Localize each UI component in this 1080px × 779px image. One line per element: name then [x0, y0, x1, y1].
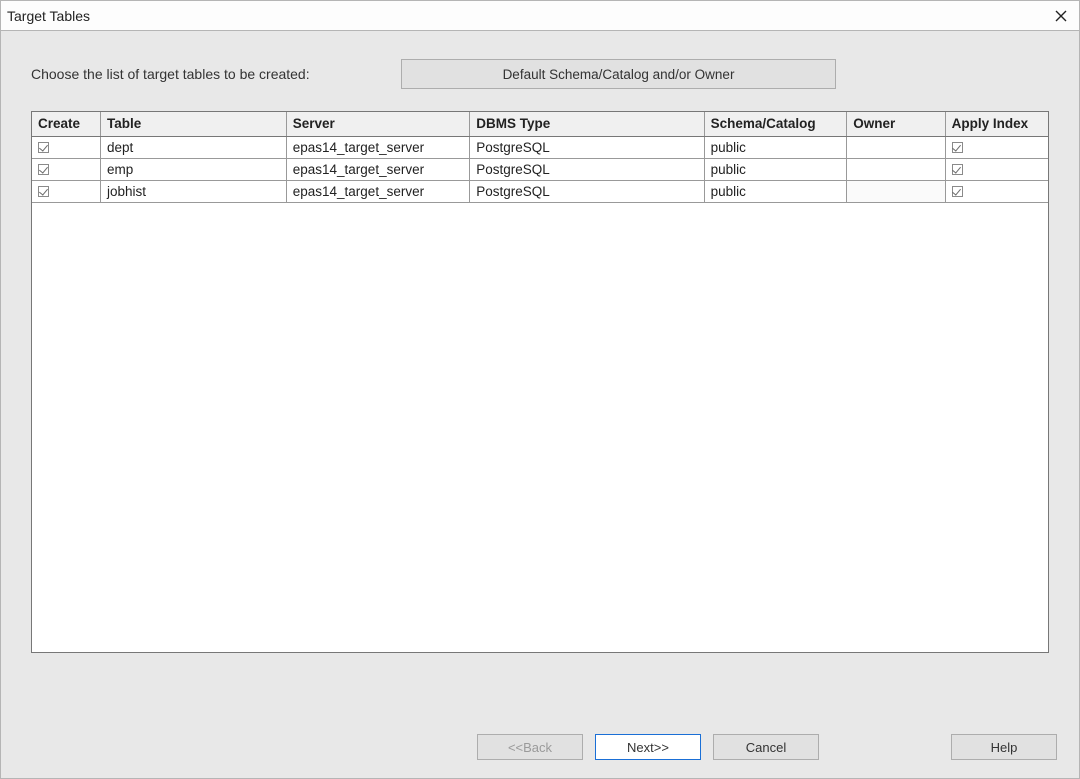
- checkbox-icon[interactable]: [952, 164, 963, 175]
- grid-header-row: Create Table Server DBMS Type Schema/Cat…: [32, 112, 1048, 136]
- footer-bar: <<Back Next>> Cancel Help: [1, 716, 1079, 778]
- dialog-window: Target Tables Choose the list of target …: [0, 0, 1080, 779]
- cell-server[interactable]: epas14_target_server: [286, 180, 470, 202]
- cell-dbms[interactable]: PostgreSQL: [470, 180, 704, 202]
- default-schema-button[interactable]: Default Schema/Catalog and/or Owner: [401, 59, 836, 89]
- back-button[interactable]: <<Back: [477, 734, 583, 760]
- target-tables-grid: Create Table Server DBMS Type Schema/Cat…: [31, 111, 1049, 653]
- col-header-create[interactable]: Create: [32, 112, 101, 136]
- cell-server[interactable]: epas14_target_server: [286, 158, 470, 180]
- checkbox-icon[interactable]: [38, 142, 49, 153]
- close-icon[interactable]: [1051, 6, 1071, 26]
- content-area: Choose the list of target tables to be c…: [1, 31, 1079, 665]
- checkbox-icon[interactable]: [38, 164, 49, 175]
- cell-table[interactable]: emp: [101, 158, 287, 180]
- cell-dbms[interactable]: PostgreSQL: [470, 136, 704, 158]
- cell-owner-editing[interactable]: [847, 180, 945, 202]
- col-header-schema[interactable]: Schema/Catalog: [704, 112, 847, 136]
- table-row[interactable]: jobhist epas14_target_server PostgreSQL …: [32, 180, 1048, 202]
- grid-table: Create Table Server DBMS Type Schema/Cat…: [32, 112, 1048, 203]
- window-title: Target Tables: [7, 8, 90, 24]
- cancel-button[interactable]: Cancel: [713, 734, 819, 760]
- cell-create[interactable]: [32, 180, 101, 202]
- cell-dbms[interactable]: PostgreSQL: [470, 158, 704, 180]
- col-header-apply[interactable]: Apply Index: [945, 112, 1048, 136]
- top-row: Choose the list of target tables to be c…: [31, 59, 1049, 89]
- cell-create[interactable]: [32, 136, 101, 158]
- cell-table[interactable]: dept: [101, 136, 287, 158]
- cell-owner[interactable]: [847, 136, 945, 158]
- checkbox-icon[interactable]: [38, 186, 49, 197]
- titlebar: Target Tables: [1, 1, 1079, 31]
- cell-apply[interactable]: [945, 180, 1048, 202]
- cell-create[interactable]: [32, 158, 101, 180]
- table-row[interactable]: dept epas14_target_server PostgreSQL pub…: [32, 136, 1048, 158]
- help-button[interactable]: Help: [951, 734, 1057, 760]
- table-row[interactable]: emp epas14_target_server PostgreSQL publ…: [32, 158, 1048, 180]
- cell-apply[interactable]: [945, 158, 1048, 180]
- cell-server[interactable]: epas14_target_server: [286, 136, 470, 158]
- cell-owner[interactable]: [847, 158, 945, 180]
- col-header-table[interactable]: Table: [101, 112, 287, 136]
- cell-table[interactable]: jobhist: [101, 180, 287, 202]
- col-header-dbms[interactable]: DBMS Type: [470, 112, 704, 136]
- col-header-owner[interactable]: Owner: [847, 112, 945, 136]
- checkbox-icon[interactable]: [952, 142, 963, 153]
- cell-schema[interactable]: public: [704, 136, 847, 158]
- checkbox-icon[interactable]: [952, 186, 963, 197]
- instruction-label: Choose the list of target tables to be c…: [31, 66, 401, 82]
- cell-schema[interactable]: public: [704, 158, 847, 180]
- cell-schema[interactable]: public: [704, 180, 847, 202]
- next-button[interactable]: Next>>: [595, 734, 701, 760]
- col-header-server[interactable]: Server: [286, 112, 470, 136]
- cell-apply[interactable]: [945, 136, 1048, 158]
